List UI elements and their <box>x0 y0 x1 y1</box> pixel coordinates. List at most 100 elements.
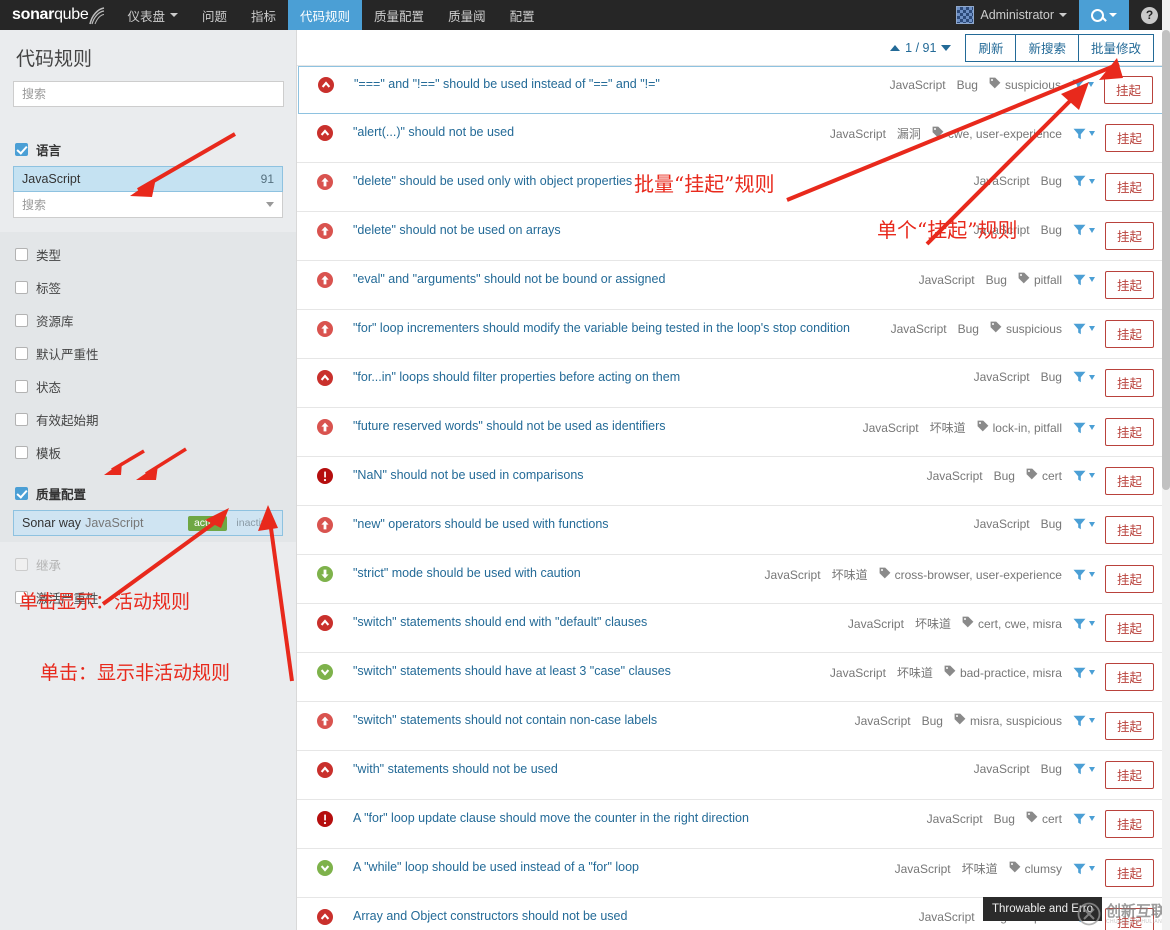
checkbox-icon[interactable] <box>15 314 28 327</box>
nav-item-quality-profiles[interactable]: 质量配置 <box>362 0 436 30</box>
checkbox-icon[interactable] <box>15 248 28 261</box>
facet-item-template[interactable]: 模板 <box>13 436 283 469</box>
rule-filter-button[interactable] <box>1073 175 1095 187</box>
page-scrollbar-thumb[interactable] <box>1162 30 1170 490</box>
chevron-up-icon[interactable] <box>890 44 901 51</box>
quality-profile-row[interactable]: Sonar way JavaScript active inactive <box>13 510 283 536</box>
nav-item-quality-gates[interactable]: 质量阈 <box>436 0 498 30</box>
rule-title-link[interactable]: "future reserved words" should not be us… <box>353 418 863 435</box>
rule-title-link[interactable]: "NaN" should not be used in comparisons <box>353 467 927 484</box>
rule-row[interactable]: "with" statements should not be used Java… <box>297 751 1170 800</box>
facet-language-search-combo[interactable]: 搜索 <box>13 192 283 218</box>
facet-item-tags[interactable]: 标签 <box>13 271 283 304</box>
rule-filter-button[interactable] <box>1073 274 1095 286</box>
suspend-rule-button[interactable]: 挂起 <box>1103 76 1153 104</box>
checkbox-icon[interactable] <box>15 347 28 360</box>
rule-row[interactable]: "for...in" loops should filter propertie… <box>297 359 1170 408</box>
rule-title-link[interactable]: "with" statements should not be used <box>353 761 974 778</box>
suspend-rule-button[interactable]: 挂起 <box>1104 859 1154 887</box>
facet-item-active-severity[interactable]: 激活严重性 <box>13 581 283 614</box>
facet-item-default-severity[interactable]: 默认严重性 <box>13 337 283 370</box>
nav-item-issues[interactable]: 问题 <box>190 0 239 30</box>
nav-item-measures[interactable]: 指标 <box>239 0 288 30</box>
rule-filter-button[interactable] <box>1073 422 1095 434</box>
checkbox-checked-icon[interactable] <box>15 487 28 500</box>
suspend-rule-button[interactable]: 挂起 <box>1104 908 1154 930</box>
facet-language-selected-javascript[interactable]: JavaScript 91 <box>13 166 283 192</box>
rule-title-link[interactable]: "switch" statements should have at least… <box>353 663 830 680</box>
new-search-button[interactable]: 新搜索 <box>1015 33 1078 62</box>
facet-item-type[interactable]: 类型 <box>13 238 283 271</box>
toggle-inactive-rules[interactable]: inactive <box>230 516 278 531</box>
rule-row[interactable]: "NaN" should not be used in comparisons J… <box>297 457 1170 506</box>
rule-title-link[interactable]: Array and Object constructors should not… <box>353 908 919 925</box>
rule-title-link[interactable]: "for" loop incrementers should modify th… <box>353 320 891 337</box>
rule-filter-button[interactable] <box>1073 371 1095 383</box>
rule-title-link[interactable]: A "for" loop update clause should move t… <box>353 810 927 827</box>
facet-item-available-since[interactable]: 有效起始期 <box>13 403 283 436</box>
suspend-rule-button[interactable]: 挂起 <box>1104 516 1154 544</box>
suspend-rule-button[interactable]: 挂起 <box>1104 761 1154 789</box>
checkbox-icon[interactable] <box>15 591 28 604</box>
rule-filter-button[interactable] <box>1073 323 1095 335</box>
rule-title-link[interactable]: "new" operators should be used with func… <box>353 516 974 533</box>
rule-title-link[interactable]: "eval" and "arguments" should not be bou… <box>353 271 919 288</box>
checkbox-checked-icon[interactable] <box>15 143 28 156</box>
rule-row[interactable]: A "for" loop update clause should move t… <box>297 800 1170 849</box>
rule-filter-button[interactable] <box>1073 813 1095 825</box>
suspend-rule-button[interactable]: 挂起 <box>1104 124 1154 152</box>
rule-filter-button[interactable] <box>1073 863 1095 875</box>
rule-row[interactable]: "eval" and "arguments" should not be bou… <box>297 261 1170 310</box>
rule-row[interactable]: "for" loop incrementers should modify th… <box>297 310 1170 359</box>
rule-row[interactable]: "delete" should be used only with object… <box>297 163 1170 212</box>
user-menu[interactable]: Administrator <box>944 0 1079 30</box>
rule-row[interactable]: A "while" loop should be used instead of… <box>297 849 1170 898</box>
checkbox-icon[interactable] <box>15 413 28 426</box>
rule-row[interactable]: "new" operators should be used with func… <box>297 506 1170 555</box>
sonarqube-logo[interactable]: sonar qube <box>0 0 115 30</box>
suspend-rule-button[interactable]: 挂起 <box>1104 467 1154 495</box>
rule-filter-button[interactable] <box>1073 224 1095 236</box>
bulk-change-button[interactable]: 批量修改 <box>1077 33 1154 62</box>
suspend-rule-button[interactable]: 挂起 <box>1104 614 1154 642</box>
rule-row[interactable]: "switch" statements should have at least… <box>297 653 1170 702</box>
rule-row[interactable]: "delete" should not be used on arrays Jav… <box>297 212 1170 261</box>
rule-row[interactable]: "future reserved words" should not be us… <box>297 408 1170 457</box>
rule-title-link[interactable]: "delete" should not be used on arrays <box>353 222 974 239</box>
page-scrollbar[interactable] <box>1162 0 1170 930</box>
facet-item-repository[interactable]: 资源库 <box>13 304 283 337</box>
checkbox-icon[interactable] <box>15 281 28 294</box>
checkbox-icon[interactable] <box>15 446 28 459</box>
rule-title-link[interactable]: A "while" loop should be used instead of… <box>353 859 895 876</box>
nav-item-rules[interactable]: 代码规则 <box>288 0 363 30</box>
pagination-control[interactable]: 1 / 91 <box>890 41 952 55</box>
nav-item-administration[interactable]: 配置 <box>498 0 547 30</box>
nav-item-dashboard[interactable]: 仪表盘 <box>115 0 190 30</box>
rule-filter-button[interactable] <box>1072 79 1094 91</box>
rule-row[interactable]: "strict" mode should be used with cautio… <box>297 555 1170 604</box>
reload-button[interactable]: 刷新 <box>965 33 1016 62</box>
suspend-rule-button[interactable]: 挂起 <box>1104 271 1154 299</box>
rule-filter-button[interactable] <box>1073 667 1095 679</box>
rule-title-link[interactable]: "alert(...)" should not be used <box>353 124 830 141</box>
rule-filter-button[interactable] <box>1073 763 1095 775</box>
suspend-rule-button[interactable]: 挂起 <box>1104 173 1154 201</box>
suspend-rule-button[interactable]: 挂起 <box>1104 810 1154 838</box>
rule-row[interactable]: "===" and "!==" should be used instead o… <box>298 66 1169 114</box>
suspend-rule-button[interactable]: 挂起 <box>1104 320 1154 348</box>
rules-search-input[interactable]: 搜索 <box>13 81 284 107</box>
rule-filter-button[interactable] <box>1073 715 1095 727</box>
suspend-rule-button[interactable]: 挂起 <box>1104 712 1154 740</box>
suspend-rule-button[interactable]: 挂起 <box>1104 222 1154 250</box>
chevron-down-icon[interactable] <box>941 44 952 51</box>
rule-filter-button[interactable] <box>1073 470 1095 482</box>
rule-filter-button[interactable] <box>1073 569 1095 581</box>
facet-language-header[interactable]: 语言 <box>13 133 283 166</box>
rule-filter-button[interactable] <box>1073 518 1095 530</box>
rule-filter-button[interactable] <box>1073 618 1095 630</box>
rule-title-link[interactable]: "switch" statements should end with "def… <box>353 614 848 631</box>
rule-filter-button[interactable] <box>1073 128 1095 140</box>
checkbox-icon[interactable] <box>15 380 28 393</box>
rule-row[interactable]: "alert(...)" should not be used JavaScrip… <box>297 114 1170 163</box>
rule-title-link[interactable]: "===" and "!==" should be used instead o… <box>354 76 890 93</box>
